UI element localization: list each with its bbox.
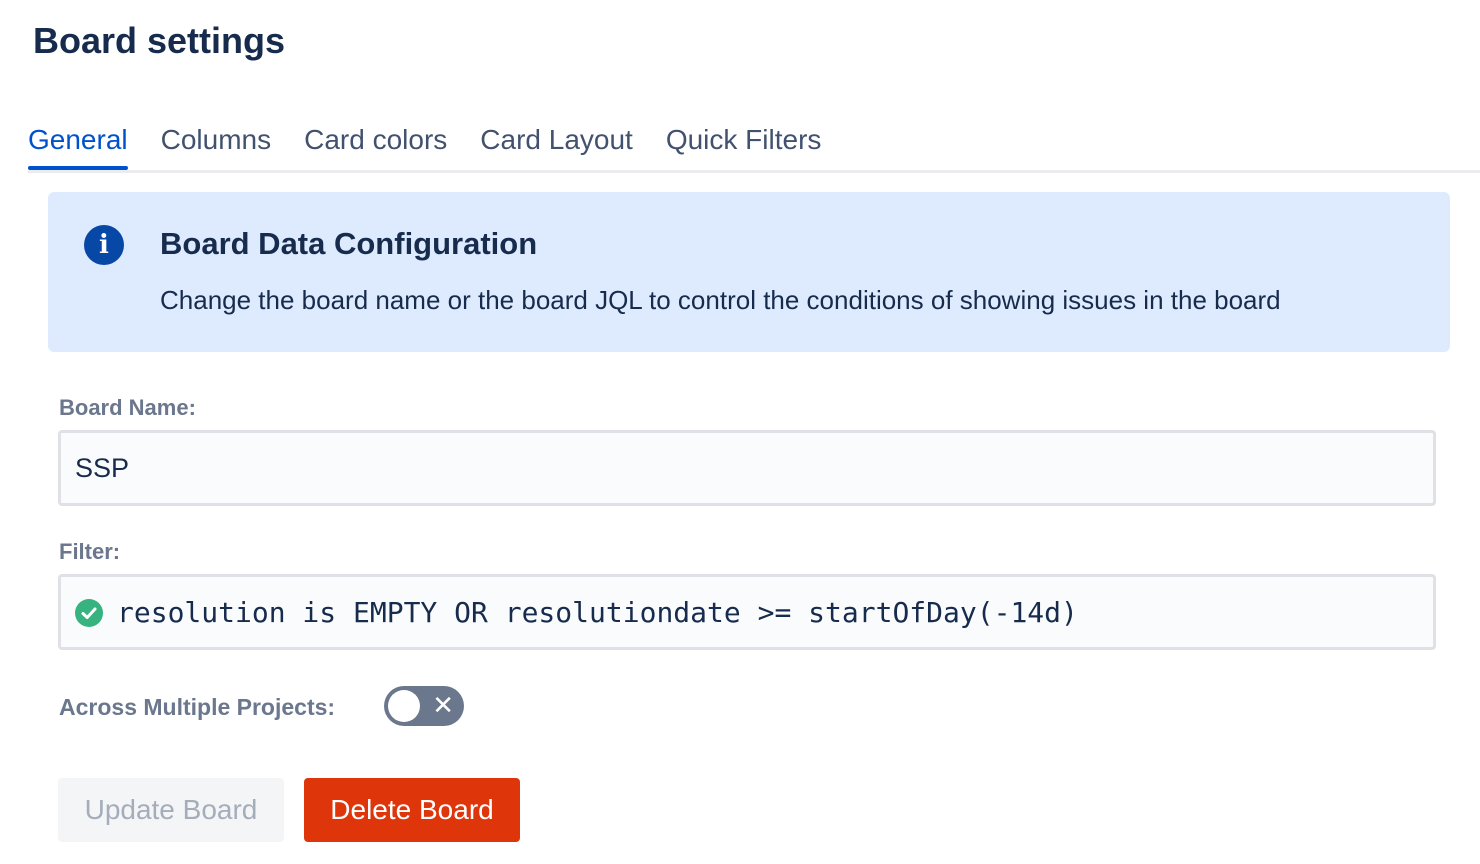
board-name-input[interactable] <box>75 433 1415 503</box>
board-data-info-panel: i Board Data Configuration Change the bo… <box>48 192 1450 352</box>
tab-card-colors[interactable]: Card colors <box>304 116 447 167</box>
multi-project-toggle[interactable]: ✕ <box>384 686 464 726</box>
multi-project-label: Across Multiple Projects: <box>59 694 336 720</box>
delete-board-button[interactable]: Delete Board <box>304 778 520 842</box>
board-name-label: Board Name: <box>59 395 196 420</box>
close-icon: ✕ <box>432 691 454 721</box>
page-title: Board settings <box>33 20 286 61</box>
tab-quick-filters[interactable]: Quick Filters <box>666 116 822 167</box>
filter-field[interactable]: resolution is EMPTY OR resolutiondate >=… <box>58 574 1436 650</box>
filter-jql-text[interactable]: resolution is EMPTY OR resolutiondate >=… <box>117 577 1078 649</box>
tab-card-layout[interactable]: Card Layout <box>480 116 633 167</box>
info-panel-description: Change the board name or the board JQL t… <box>160 285 1281 315</box>
update-board-button[interactable]: Update Board <box>58 778 284 842</box>
board-name-field-container <box>58 430 1436 506</box>
tab-general[interactable]: General <box>28 116 128 170</box>
toggle-knob <box>388 690 420 722</box>
board-settings-page: Board settings General Columns Card colo… <box>0 0 1480 864</box>
info-panel-title: Board Data Configuration <box>160 226 538 261</box>
tab-columns[interactable]: Columns <box>161 116 271 167</box>
filter-label: Filter: <box>59 539 121 564</box>
settings-tabs: General Columns Card colors Card Layout … <box>28 116 1480 173</box>
info-icon: i <box>84 225 124 265</box>
check-circle-icon <box>75 599 103 627</box>
